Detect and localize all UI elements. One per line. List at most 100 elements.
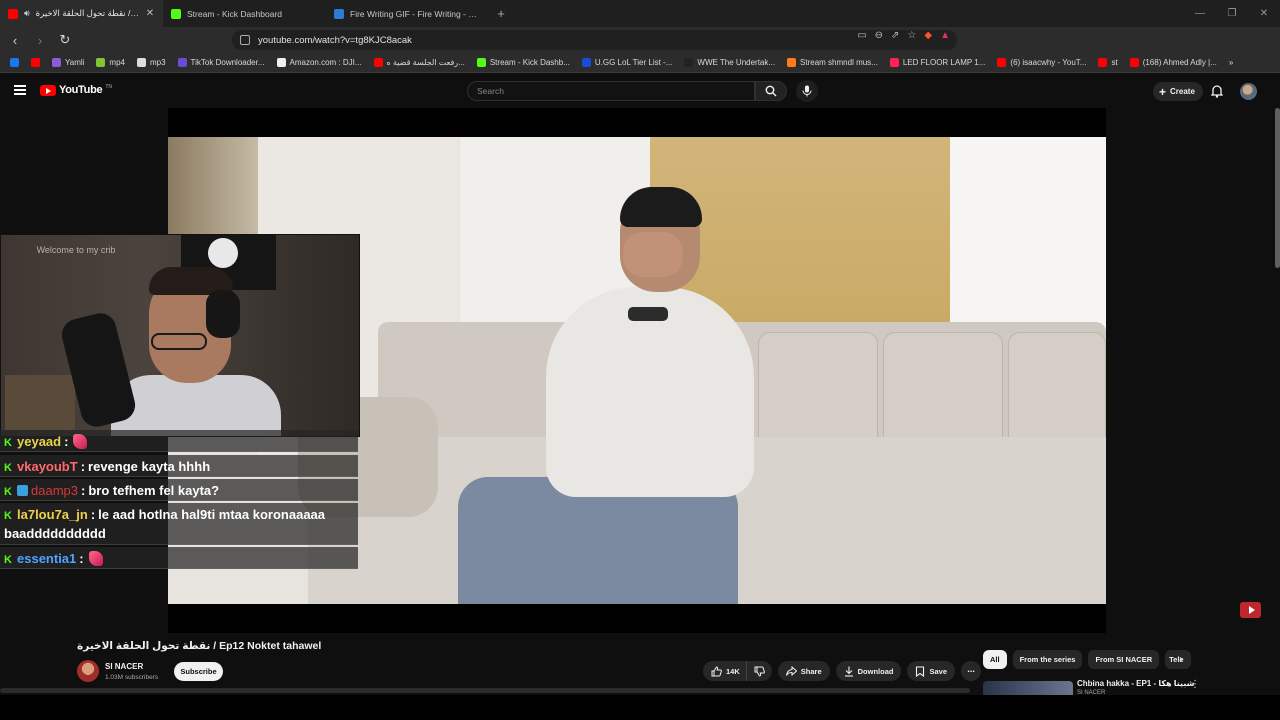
tab-kick-dashboard[interactable]: Stream - Kick Dashboard	[163, 0, 326, 27]
chip-from-the-series[interactable]: From the series	[1012, 650, 1083, 669]
bell-icon	[1211, 85, 1223, 98]
browser-toolbar: ‹ › ↻ youtube.com/watch?v=tg8KJC8acak ▭ …	[0, 27, 1280, 70]
search-button[interactable]	[755, 81, 787, 101]
maximize-icon[interactable]: ❐	[1216, 0, 1248, 27]
chip-from-channel[interactable]: From SI NACER	[1088, 650, 1160, 669]
new-tab-button[interactable]: +	[489, 0, 513, 27]
download-button[interactable]: Download	[835, 661, 902, 681]
tab-fire-writing-gif[interactable]: Fire Writing GIF - Fire Writing - Disco	[326, 0, 489, 27]
screen: 🔊︎ نقطة تحول الحلقة الاخيرة / ...be ✕ St…	[0, 0, 1280, 720]
chat-separator: :	[80, 459, 86, 474]
webcam-sign: Welcome to my crib	[36, 245, 116, 255]
recommended-menu-icon[interactable]: ⋮	[1190, 679, 1200, 690]
bookmark-label: mp3	[149, 58, 166, 67]
bookmark-item[interactable]: Stream - Kick Dashb...	[473, 58, 574, 67]
channel-name[interactable]: SI NACER	[105, 662, 143, 671]
video-title: نقطة تحول الحلقة الاخيرة / Ep12 Noktet t…	[77, 640, 322, 652]
horizontal-scrollbar[interactable]	[0, 688, 970, 693]
bookmark-item[interactable]: (168) Ahmed Adly |...	[1126, 58, 1221, 67]
channel-avatar[interactable]	[77, 660, 99, 682]
download-label: Download	[857, 666, 894, 676]
cast-icon[interactable]: ▭	[857, 30, 866, 41]
account-avatar[interactable]	[1240, 83, 1257, 100]
brave-rewards-icon[interactable]: ▲	[940, 30, 950, 41]
save-button[interactable]: Save	[907, 661, 955, 681]
search-input[interactable]: Search	[467, 81, 755, 101]
bookmark-item[interactable]: mp4	[92, 58, 129, 67]
bookmark-item[interactable]: mp3	[133, 58, 170, 67]
tab-youtube[interactable]: 🔊︎ نقطة تحول الحلقة الاخيرة / ...be ✕	[0, 0, 163, 27]
bookmark-item[interactable]: TikTok Downloader...	[174, 58, 269, 67]
chip-all[interactable]: All	[983, 650, 1007, 669]
chevron-right-icon[interactable]: ›	[1179, 652, 1183, 666]
bookmark-item[interactable]	[27, 58, 44, 67]
chat-message: KvkayoubT: revenge kayta hhhh	[0, 455, 358, 477]
back-icon[interactable]: ‹	[5, 30, 25, 50]
chat-separator: :	[90, 507, 96, 522]
voice-search-button[interactable]	[796, 80, 818, 102]
share-page-icon[interactable]: ⇗	[891, 30, 899, 41]
notifications-button[interactable]	[1211, 84, 1223, 98]
page-scrollbar[interactable]	[1275, 108, 1280, 268]
youtube-logo[interactable]: YouTube TN	[40, 84, 112, 96]
bookmark-item[interactable]: (6) isaacwhy - YouT...	[993, 58, 1090, 67]
scene-wristwatch	[628, 307, 668, 321]
reload-icon[interactable]: ↻	[55, 30, 75, 50]
speaker-icon[interactable]: 🔊︎	[24, 8, 30, 19]
minimize-icon[interactable]: —	[1184, 0, 1216, 27]
forward-icon[interactable]: ›	[30, 30, 50, 50]
address-bar-actions: ▭ ⊖ ⇗ ☆ ◆ ▲	[857, 30, 950, 41]
bookmark-favicon-icon	[373, 58, 383, 67]
bookmark-star-icon[interactable]: ☆	[907, 30, 916, 41]
close-tab-icon[interactable]: ✕	[145, 8, 155, 19]
bookmark-item[interactable]: Yamli	[48, 58, 88, 67]
bookmarks-bar: Yamli mp4 mp3 TikTok Downloader... Amazon.co…	[0, 53, 1280, 73]
guide-menu-icon[interactable]	[14, 85, 26, 95]
search-placeholder: Search	[477, 86, 504, 96]
dislike-button[interactable]	[746, 661, 772, 681]
bookmark-favicon-icon	[476, 58, 486, 67]
like-button[interactable]: 14K	[703, 661, 747, 681]
recommended-video-thumbnail[interactable]	[983, 681, 1073, 695]
bookmark-favicon-icon	[52, 58, 61, 67]
more-actions-button[interactable]: ⋯	[961, 661, 981, 681]
chat-separator: :	[79, 551, 84, 566]
chat-text: bro tefhem fel kayta?	[88, 483, 220, 498]
bookmark-item[interactable]: رفعت الجلسة قضية ه...	[370, 58, 469, 67]
bookmark-item[interactable]: WWE The Undertak...	[680, 58, 779, 67]
bookmarks-overflow-icon[interactable]: »	[1225, 58, 1237, 67]
recommended-video-title[interactable]: Chbina hakka - EP1 - شبينا هكا	[1077, 679, 1194, 688]
bookmark-item[interactable]	[6, 58, 23, 67]
chat-username: daamp3	[31, 483, 78, 498]
bookmark-favicon-icon	[1129, 58, 1139, 67]
site-info-icon[interactable]	[240, 35, 250, 45]
address-bar[interactable]: youtube.com/watch?v=tg8KJC8acak	[232, 30, 957, 50]
zoom-icon[interactable]: ⊖	[875, 30, 883, 41]
save-label: Save	[929, 666, 947, 676]
chat-message: Kla7lou7a_jn: le aad hotlna hal9ti mtaa k…	[0, 503, 358, 545]
bookmark-item[interactable]: st	[1094, 58, 1121, 67]
bookmark-favicon-icon	[10, 58, 19, 67]
share-button[interactable]: Share	[777, 661, 830, 681]
create-button[interactable]: + Create	[1153, 82, 1203, 101]
bookmark-label: mp4	[109, 58, 125, 67]
bookmark-item[interactable]: U.GG LoL Tier List -...	[578, 58, 677, 67]
chat-message: Kyeyaad:	[0, 430, 358, 452]
close-window-icon[interactable]: ✕	[1248, 0, 1280, 27]
bookmark-label: Stream - Kick Dashb...	[489, 58, 570, 67]
subscriber-badge-icon	[17, 485, 28, 496]
bookmark-item[interactable]: Stream shmndl mus...	[783, 58, 882, 67]
brave-shield-icon[interactable]: ◆	[924, 30, 932, 41]
bookmark-item[interactable]: LED FLOOR LAMP 1...	[886, 58, 990, 67]
tab-title: Stream - Kick Dashboard	[187, 8, 282, 19]
save-playlist-icon	[916, 665, 925, 677]
webcam-streamer-shirt	[111, 375, 281, 436]
chat-message: Kdaamp3: bro tefhem fel kayta?	[0, 479, 358, 501]
bookmark-favicon-icon	[581, 58, 591, 67]
subscribe-button[interactable]: Subscribe	[174, 662, 223, 681]
bookmark-label: رفعت الجلسة قضية ه...	[386, 58, 465, 67]
bookmark-label: U.GG LoL Tier List -...	[594, 58, 673, 67]
bookmark-item[interactable]: Amazon.com : DJI...	[273, 58, 366, 67]
emote-sticker-icon	[88, 551, 103, 566]
youtube-watermark-icon[interactable]	[1240, 602, 1261, 618]
